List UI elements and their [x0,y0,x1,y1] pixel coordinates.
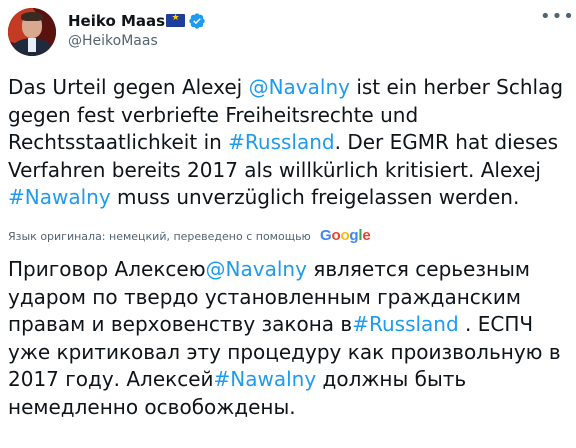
google-letter: e [362,227,371,244]
tweet-text-segment: muss unverzüglich freigelassen werden. [110,185,520,209]
hashtag-link-russland[interactable]: #Russland [352,312,458,336]
google-logo: Google [320,226,371,246]
translation-note[interactable]: Язык оригинала: немецкий, переведено с п… [8,230,311,244]
translated-text-segment: Приговор Алексею [8,257,206,281]
author-name[interactable]: Heiko Maas [68,11,165,31]
google-letter: G [320,227,332,244]
author-handle[interactable]: @HeikoMaas [68,31,158,51]
avatar-shirt [28,38,36,52]
avatar-hair [21,12,43,21]
verified-badge-icon [189,13,205,29]
translated-tweet-text: Приговор Алексею@Navalny является серьез… [8,256,568,421]
mention-link-navalny[interactable]: @Navalny [206,257,307,281]
tweet-text: Das Urteil gegen Alexej @Navalny ist ein… [8,74,568,212]
mention-link-navalny[interactable]: @Navalny [249,75,350,99]
hashtag-link-nawalny[interactable]: #Nawalny [8,185,111,209]
avatar[interactable] [8,8,56,56]
hashtag-link-russland[interactable]: #Russland [228,130,334,154]
hashtag-link-nawalny[interactable]: #Nawalny [214,367,317,391]
eu-flag-icon [166,13,185,27]
tweet-text-segment: Das Urteil gegen Alexej [8,75,249,99]
more-options-icon[interactable]: ••• [540,8,574,26]
